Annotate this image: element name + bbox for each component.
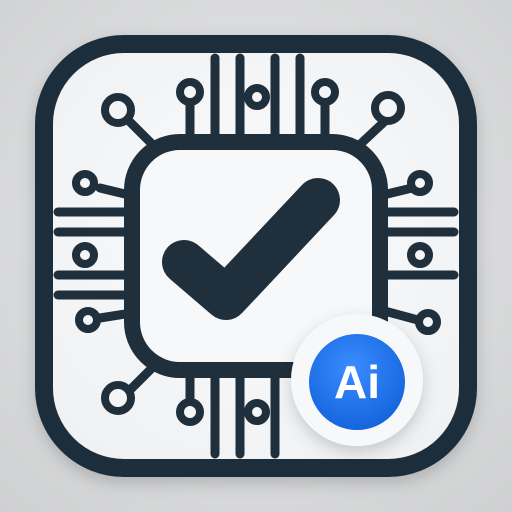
ai-badge-icon: Ai [291, 314, 423, 446]
app-icon-canvas: Ai [0, 0, 512, 512]
ai-chip-check-app-icon: Ai [35, 35, 477, 477]
ai-badge-label: Ai [334, 356, 380, 408]
